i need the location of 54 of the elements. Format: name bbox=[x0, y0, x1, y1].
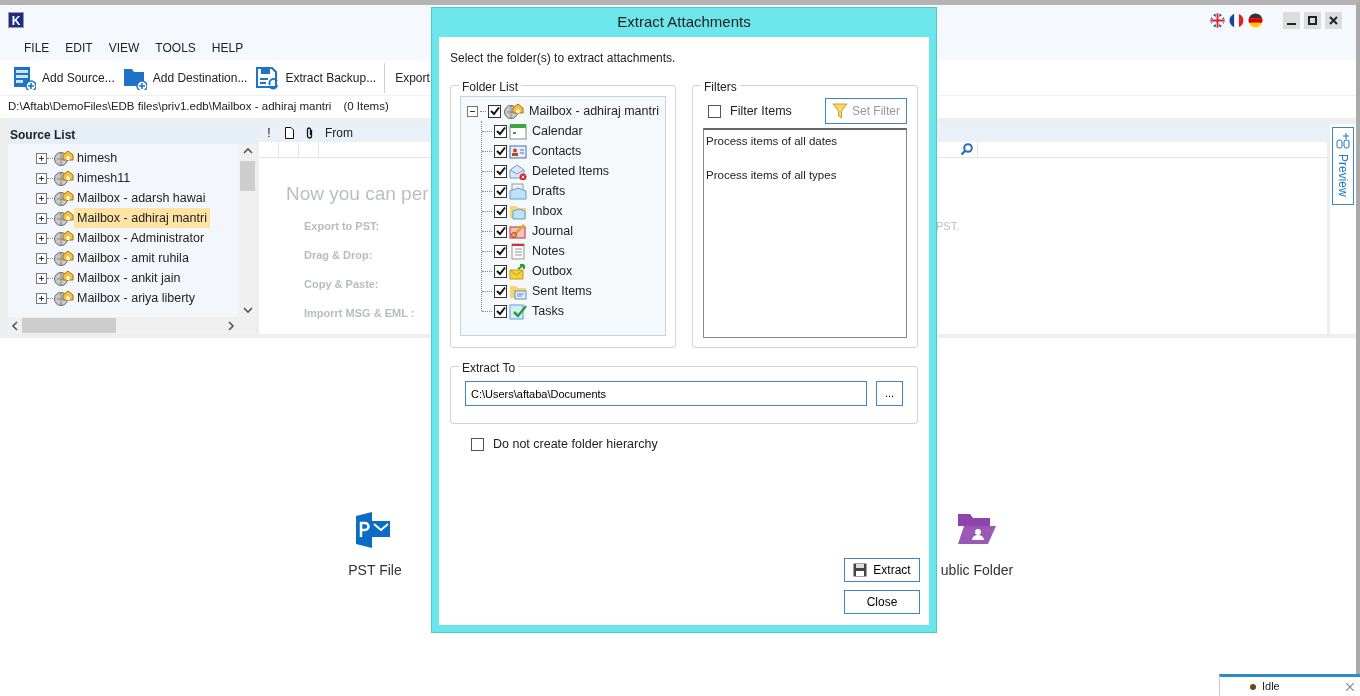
filter-summary: Process items of all dates bbox=[706, 134, 839, 149]
extract-button[interactable]: Extract bbox=[844, 558, 920, 582]
checkbox-label: Do not create folder hierarchy bbox=[492, 436, 658, 453]
preview-tab[interactable]: Preview bbox=[1332, 127, 1354, 205]
feature-description: PST. bbox=[936, 219, 960, 234]
tree-item[interactable]: Drafts bbox=[529, 181, 566, 201]
menu-item[interactable]: TOOLS bbox=[147, 38, 204, 57]
tree-item[interactable]: Notes bbox=[529, 241, 565, 261]
panel-title: Source List bbox=[8, 124, 256, 144]
filter-summary: Process items of all types bbox=[706, 168, 838, 184]
app-logo: K bbox=[8, 12, 24, 28]
dialog-title: Extract Attachments bbox=[616, 12, 752, 33]
menu-item[interactable]: EDIT bbox=[57, 38, 101, 57]
feature-label: Copy & Paste: bbox=[304, 278, 379, 290]
column-header[interactable]: From bbox=[319, 124, 353, 143]
mailbox-item[interactable]: himesh bbox=[74, 147, 121, 169]
welcome-heading: Now you can per bbox=[286, 181, 429, 206]
feature-label: Drag & Drop: bbox=[304, 249, 373, 261]
menu-item[interactable]: FILE bbox=[16, 38, 58, 57]
tree-item[interactable]: Contacts bbox=[529, 141, 582, 161]
item-count: (0 Items) bbox=[343, 99, 389, 115]
browse-button[interactable]: ... bbox=[876, 381, 903, 406]
mailbox-item[interactable]: Mailbox - ariya liberty bbox=[74, 287, 199, 309]
tree-item[interactable]: Outbox bbox=[529, 261, 573, 281]
checkbox-label: Filter Items bbox=[729, 102, 792, 120]
path-text: D:\Aftab\DemoFiles\EDB files\priv1.edb\Mailbox - adhiraj mantri bbox=[8, 99, 332, 115]
mailbox-item[interactable]: Mailbox - ankit jain bbox=[74, 267, 184, 289]
toolbar-button[interactable]: Export bbox=[389, 61, 436, 94]
menu-item[interactable]: HELP bbox=[203, 38, 252, 57]
tree-item[interactable]: Mailbox - adhiraj mantri bbox=[526, 101, 659, 121]
toolbar-button[interactable]: Extract Backup... bbox=[253, 61, 383, 94]
tree-item[interactable]: Deleted Items bbox=[529, 161, 610, 181]
path-field[interactable]: C:\Users\aftaba\Documents bbox=[465, 381, 867, 406]
feature-label: Export to PST: bbox=[304, 220, 380, 232]
tree-item[interactable]: Journal bbox=[529, 221, 573, 241]
mailbox-item[interactable]: Mailbox - adarsh hawai bbox=[74, 187, 209, 209]
toolbar-button[interactable]: Add Source... bbox=[10, 61, 121, 94]
feature-label: Imporrt MSG & EML : bbox=[304, 307, 415, 319]
instruction-text: Select the folder(s) to extract attachments. bbox=[450, 50, 677, 67]
menu-item[interactable]: VIEW bbox=[100, 38, 148, 57]
tree-item[interactable]: Tasks bbox=[529, 301, 564, 321]
mailbox-item[interactable]: himesh11 bbox=[74, 167, 134, 189]
mailbox-item[interactable]: Mailbox - amit ruhila bbox=[74, 247, 192, 269]
mailbox-item[interactable]: Mailbox - adhiraj mantri bbox=[74, 207, 210, 229]
close-button[interactable]: Close bbox=[844, 590, 920, 614]
toolbar-button[interactable]: Add Destination... bbox=[120, 61, 254, 94]
status-text: Idle bbox=[1262, 679, 1280, 695]
destination-label[interactable]: PST File bbox=[348, 560, 402, 581]
tree-item[interactable]: Inbox bbox=[529, 201, 563, 221]
destination-label[interactable]: ublic Folder bbox=[940, 560, 1014, 581]
mailbox-item[interactable]: Mailbox - Administrator bbox=[74, 227, 208, 249]
tree-item[interactable]: Sent Items bbox=[529, 281, 592, 301]
tree-item[interactable]: Calendar bbox=[529, 121, 583, 141]
importance-header[interactable]: ! bbox=[259, 124, 279, 143]
